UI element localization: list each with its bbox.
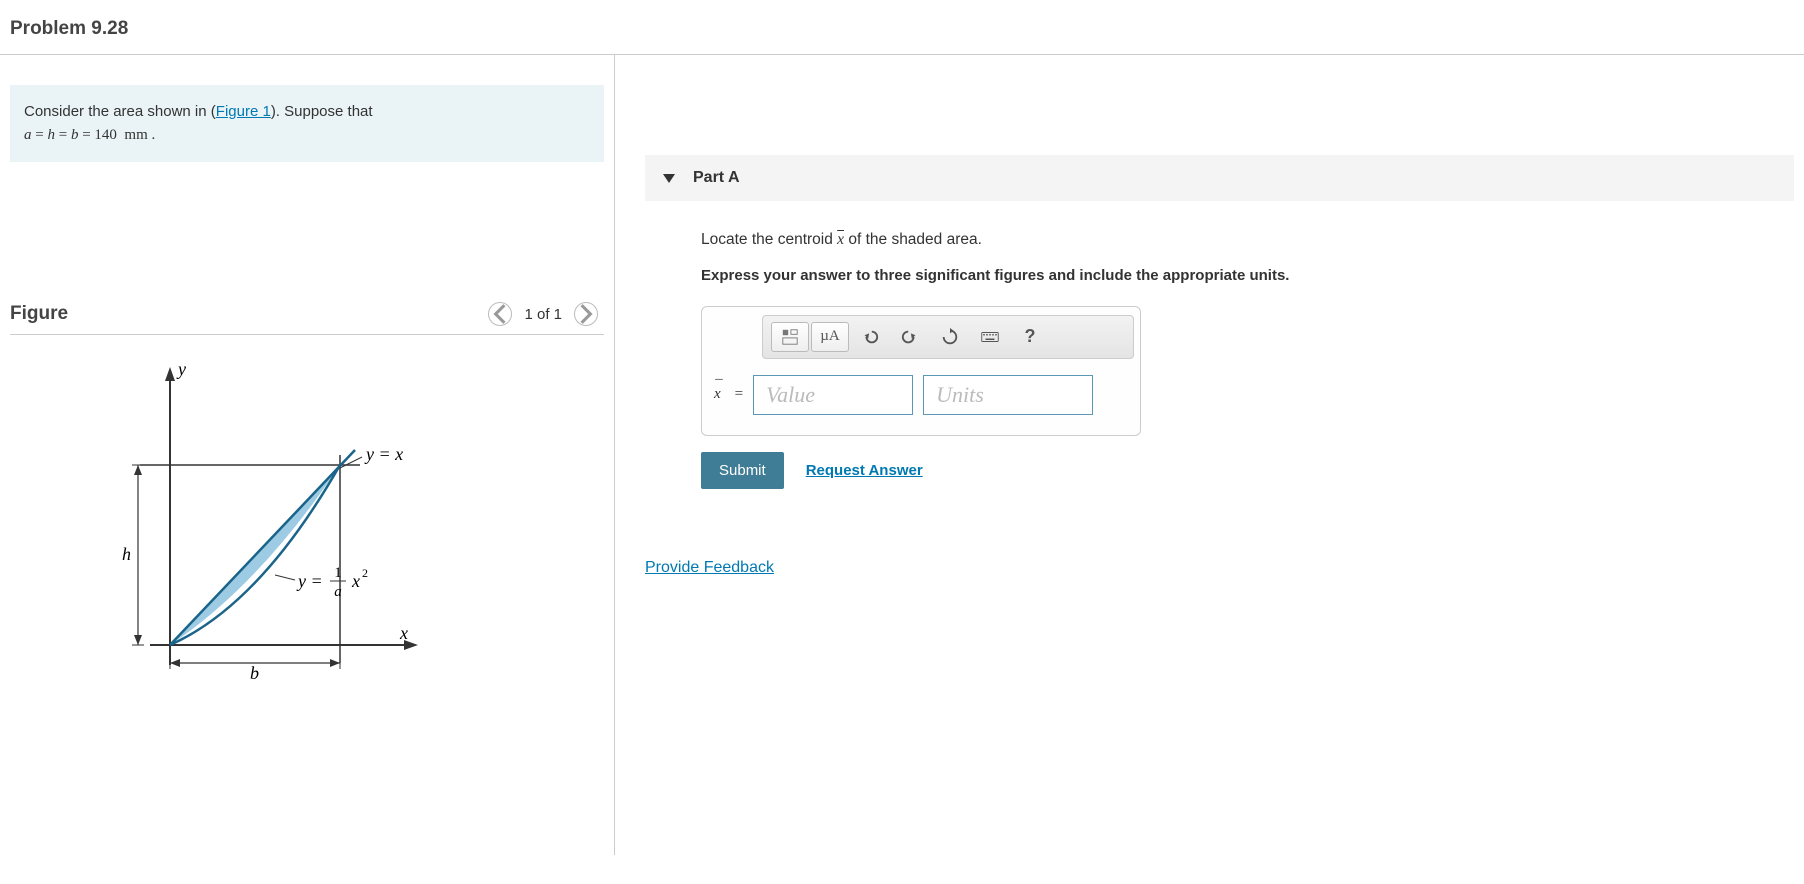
answer-var-label: x	[714, 386, 725, 403]
value-input[interactable]	[753, 375, 913, 415]
button-row: Submit Request Answer	[701, 452, 1545, 489]
redo-icon	[901, 328, 919, 346]
part-header[interactable]: Part A	[645, 155, 1794, 201]
question-text: Locate the centroid x of the shaded area…	[701, 229, 1545, 251]
provide-feedback-link[interactable]: Provide Feedback	[645, 559, 774, 576]
statement-text-suffix: ). Suppose that	[271, 103, 373, 120]
keyboard-button[interactable]	[971, 322, 1009, 352]
figure-nav-label: 1 of 1	[524, 306, 562, 323]
undo-button[interactable]	[851, 322, 889, 352]
label-curve2-den: a	[334, 584, 342, 600]
answer-box: µA ?	[701, 306, 1141, 436]
question-var: x	[837, 231, 844, 248]
template-icon	[781, 328, 799, 346]
feedback-section: Provide Feedback	[645, 559, 1794, 577]
right-column: Part A Locate the centroid x of the shad…	[615, 55, 1804, 855]
figure-title: Figure	[10, 303, 68, 325]
problem-title: Problem 9.28	[10, 18, 1794, 40]
help-label: ?	[1025, 326, 1036, 347]
statement-equation: a = h = b = 140 mm .	[24, 127, 155, 143]
chevron-right-icon	[575, 303, 597, 325]
label-b: b	[250, 663, 259, 683]
submit-button[interactable]: Submit	[701, 452, 784, 489]
collapse-triangle-icon	[663, 174, 675, 183]
figure-section: Figure 1 of 1	[10, 302, 604, 709]
diagram-svg: y x h b y = x y = 1 a x 2	[100, 355, 460, 705]
input-row: x =	[702, 359, 1140, 435]
figure-next-button[interactable]	[574, 302, 598, 326]
reset-button[interactable]	[931, 322, 969, 352]
left-column: Consider the area shown in (Figure 1). S…	[0, 55, 615, 855]
label-curve2-sup: 2	[362, 566, 368, 580]
label-h: h	[122, 544, 131, 564]
label-curve2-before: y =	[296, 571, 323, 591]
figure-nav: 1 of 1	[488, 302, 604, 326]
label-curve2-after: x	[351, 571, 360, 591]
question-body: Locate the centroid x of the shaded area…	[645, 229, 1545, 489]
reset-icon	[941, 328, 959, 346]
answer-toolbar: µA ?	[762, 315, 1134, 359]
label-x: x	[399, 623, 408, 643]
keyboard-icon	[981, 328, 999, 346]
problem-statement: Consider the area shown in (Figure 1). S…	[10, 85, 604, 162]
figure-link[interactable]: Figure 1	[216, 103, 271, 120]
greek-button[interactable]: µA	[811, 322, 849, 352]
redo-button[interactable]	[891, 322, 929, 352]
help-button[interactable]: ?	[1011, 322, 1049, 352]
template-button[interactable]	[771, 322, 809, 352]
label-curve2-num: 1	[334, 565, 342, 581]
chevron-left-icon	[489, 303, 511, 325]
figure-diagram: y x h b y = x y = 1 a x 2	[10, 335, 604, 709]
statement-text-prefix: Consider the area shown in (	[24, 103, 216, 120]
content: Consider the area shown in (Figure 1). S…	[0, 55, 1804, 855]
figure-header: Figure 1 of 1	[10, 302, 604, 335]
answer-eq: =	[735, 386, 743, 403]
question-instruction: Express your answer to three significant…	[701, 267, 1545, 284]
label-curve1: y = x	[364, 444, 403, 464]
units-input[interactable]	[923, 375, 1093, 415]
undo-icon	[861, 328, 879, 346]
figure-prev-button[interactable]	[488, 302, 512, 326]
part-label: Part A	[693, 169, 740, 187]
request-answer-link[interactable]: Request Answer	[806, 462, 923, 479]
problem-header: Problem 9.28	[0, 0, 1804, 55]
greek-label: µA	[820, 328, 839, 345]
label-y: y	[176, 359, 186, 379]
